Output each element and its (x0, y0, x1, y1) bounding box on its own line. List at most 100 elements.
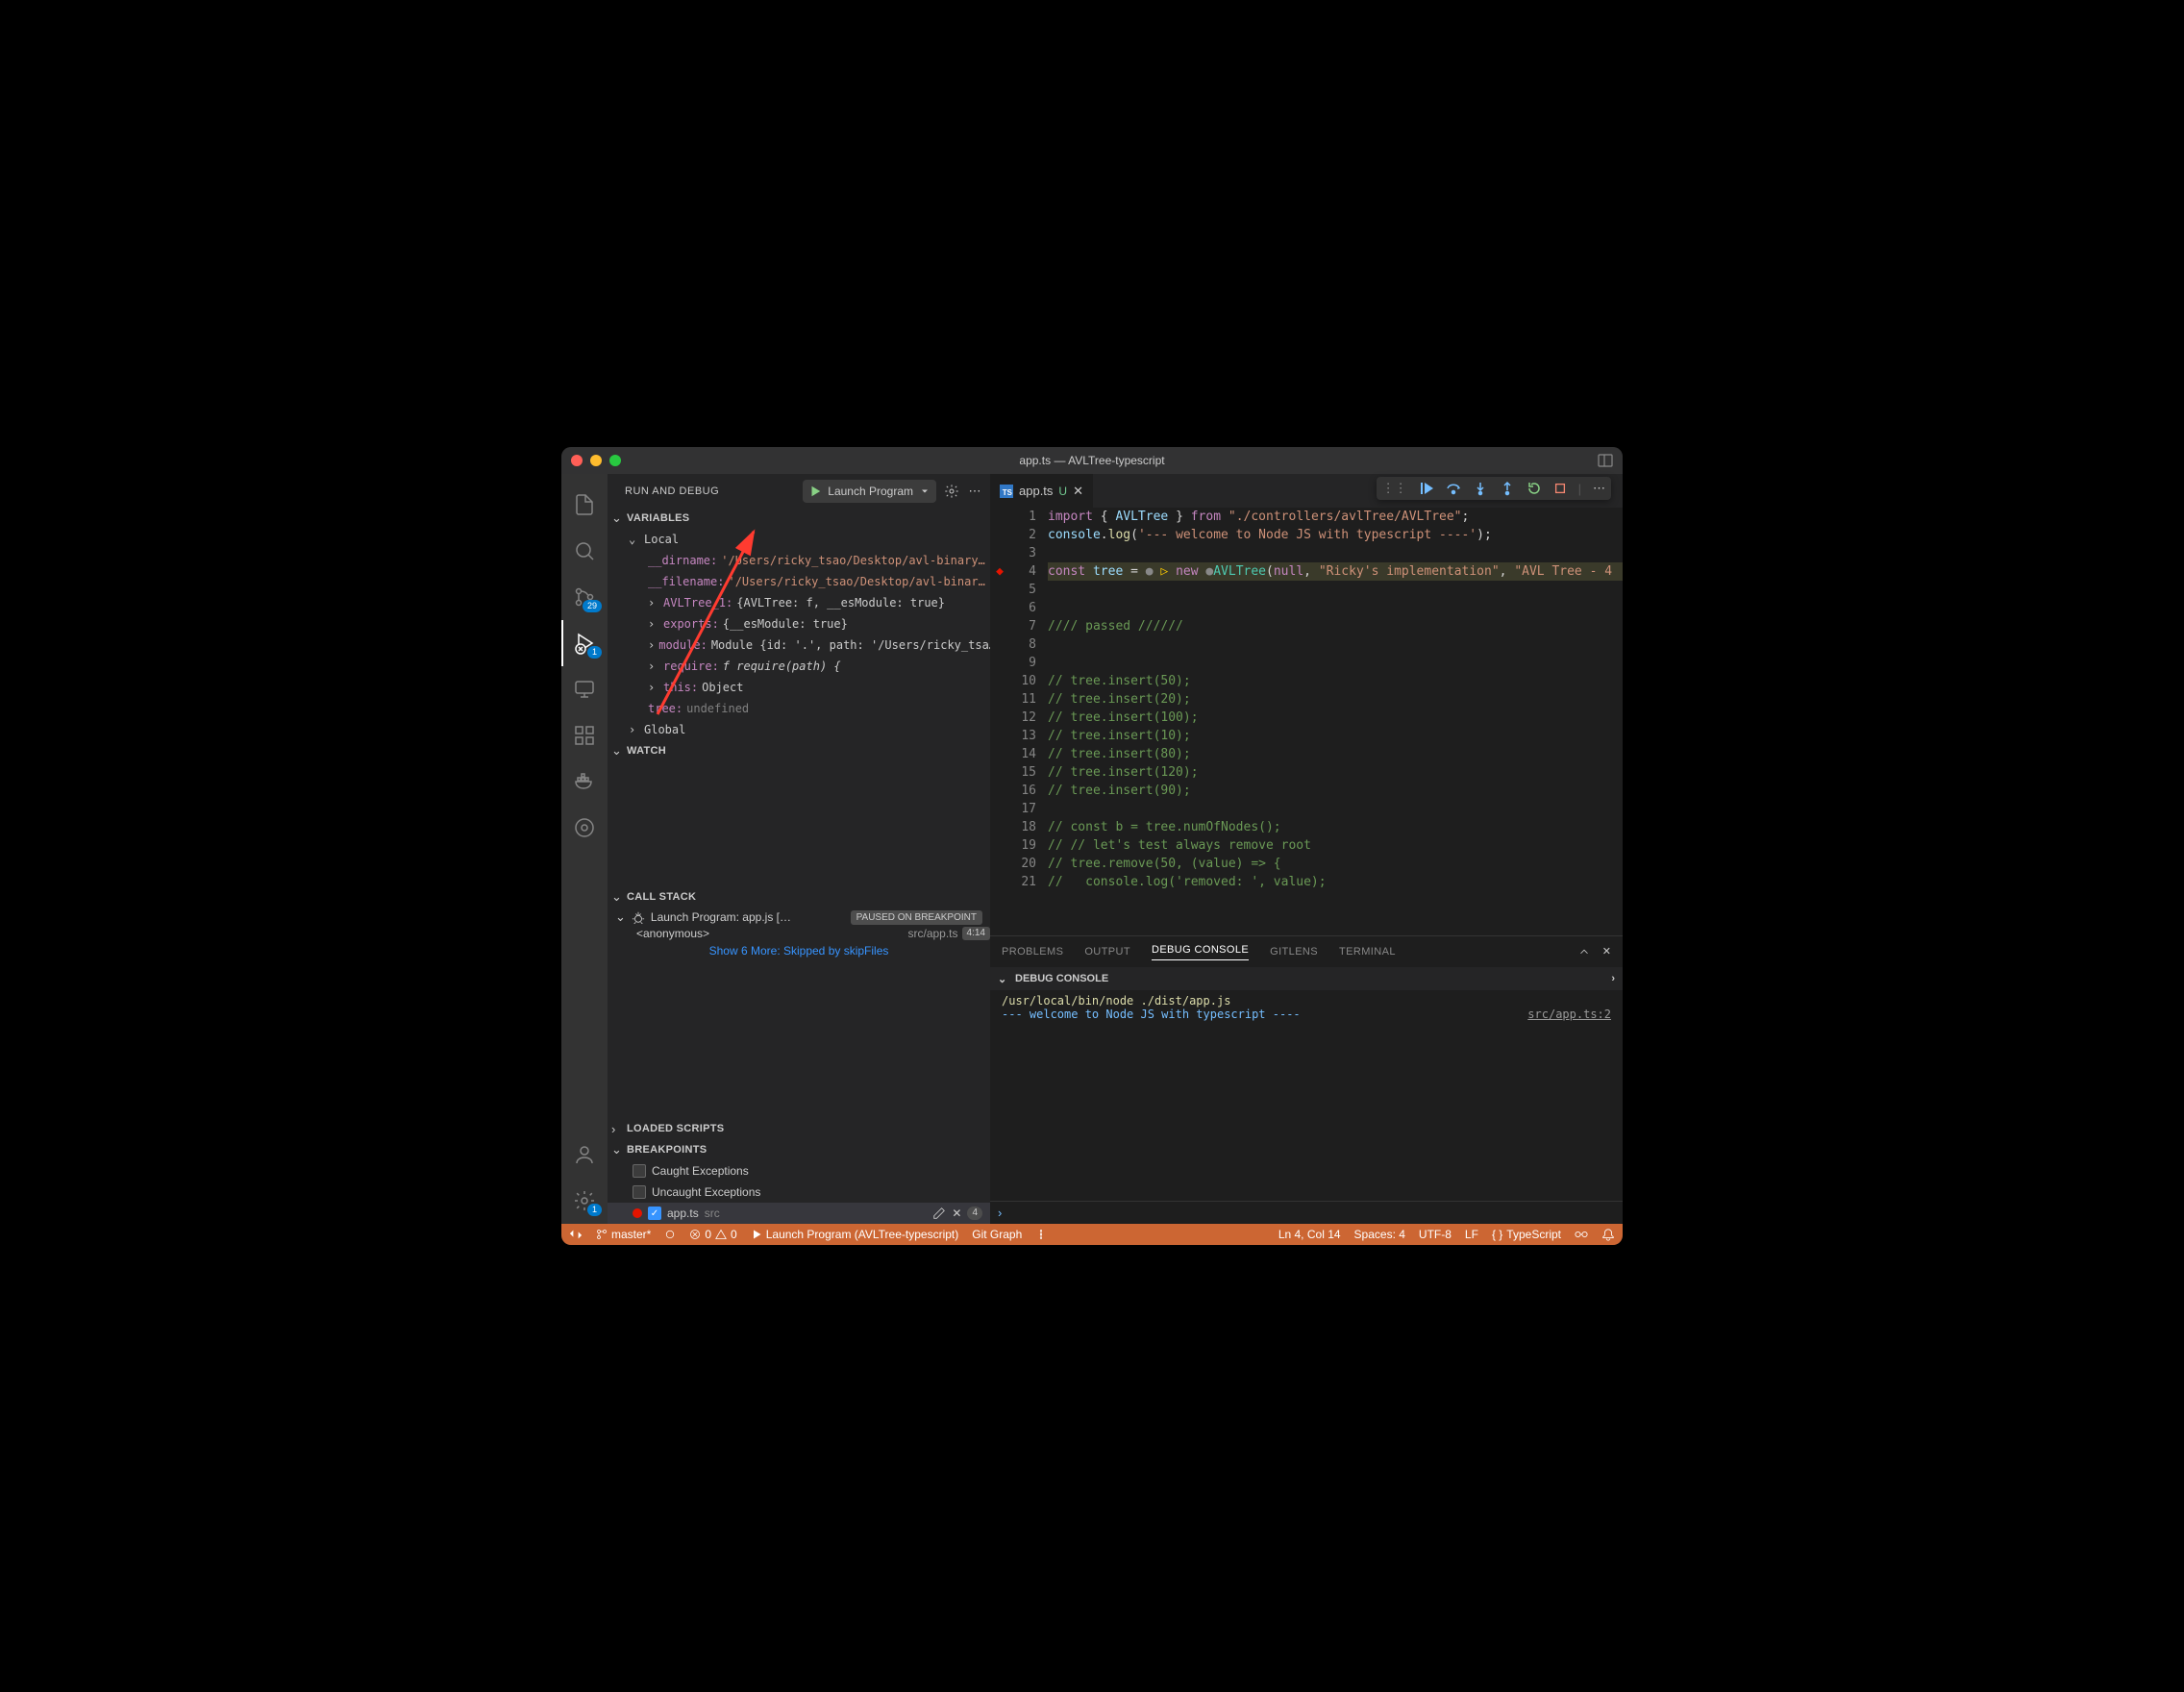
scope-local[interactable]: ⌄Local (608, 529, 990, 550)
encoding[interactable]: UTF-8 (1419, 1228, 1452, 1241)
gitlens-icon[interactable] (561, 805, 608, 851)
variable-row[interactable]: ›module: Module {id: '.', path: '/Users/… (608, 634, 990, 656)
checkbox-icon[interactable] (633, 1185, 646, 1199)
breakpoint-dot-icon (633, 1208, 642, 1218)
scope-global[interactable]: ›Global (608, 719, 990, 740)
maximize-panel-icon[interactable] (1577, 945, 1591, 958)
drag-handle-icon[interactable]: ⋮⋮ (1382, 481, 1407, 496)
maximize-window-button[interactable] (609, 455, 621, 466)
source-control-icon[interactable]: 29 (561, 574, 608, 620)
sidebar-title: RUN AND DEBUG (625, 485, 719, 497)
start-debug-icon[interactable] (808, 485, 822, 498)
run-debug-icon[interactable]: 1 (561, 620, 608, 666)
source-link[interactable]: src/app.ts:2 (1527, 1008, 1611, 1021)
debug-toolbar[interactable]: ⋮⋮ | ⋯ (1377, 477, 1611, 500)
language-mode[interactable]: { } TypeScript (1492, 1228, 1561, 1241)
extensions-icon[interactable] (561, 712, 608, 759)
editor[interactable]: ◆ 123456789101112131415161718192021 impo… (990, 508, 1623, 935)
layout-icon[interactable] (1598, 453, 1613, 468)
git-branch[interactable]: master* (596, 1228, 651, 1241)
paused-badge: PAUSED ON BREAKPOINT (851, 910, 982, 925)
variable-row[interactable]: ›require: f require(path) { (608, 656, 990, 677)
breakpoint-caught-exceptions[interactable]: Caught Exceptions (608, 1160, 990, 1182)
feedback-icon[interactable] (1575, 1228, 1588, 1241)
chevron-down-icon: ⌄ (611, 510, 623, 526)
stop-button[interactable] (1553, 482, 1567, 495)
git-graph-status[interactable]: Git Graph (972, 1228, 1022, 1241)
chevron-down-icon: ⌄ (611, 743, 623, 759)
editor-tab[interactable]: TS app.ts U ✕ (990, 474, 1094, 508)
indentation[interactable]: Spaces: 4 (1354, 1228, 1405, 1241)
variable-row[interactable]: ›AVLTree_1: {AVLTree: f, __esModule: tru… (608, 592, 990, 613)
cursor-position[interactable]: Ln 4, Col 14 (1278, 1228, 1341, 1241)
debug-launch-status[interactable]: Launch Program (AVLTree-typescript) (751, 1228, 959, 1241)
eol[interactable]: LF (1465, 1228, 1478, 1241)
explorer-icon[interactable] (561, 482, 608, 528)
tab-output[interactable]: OUTPUT (1084, 946, 1130, 958)
tab-debug-console[interactable]: DEBUG CONSOLE (1152, 944, 1249, 960)
gear-icon[interactable] (944, 484, 959, 499)
step-over-button[interactable] (1446, 481, 1461, 496)
titlebar: app.ts — AVLTree-typescript (561, 447, 1623, 474)
variables-section: ⌄ VARIABLES ⌄Local __dirname: '/Users/ri… (608, 508, 990, 740)
breakpoints-section: ⌄ BREAKPOINTS Caught Exceptions Uncaught… (608, 1139, 990, 1224)
sidebar: RUN AND DEBUG Launch Program ⋯ (608, 474, 990, 1224)
tab-terminal[interactable]: TERMINAL (1339, 946, 1396, 958)
variables-header[interactable]: ⌄ VARIABLES (608, 508, 990, 529)
settings-icon[interactable]: 1 (561, 1178, 608, 1224)
step-out-button[interactable] (1500, 481, 1515, 496)
account-icon[interactable] (561, 1132, 608, 1178)
loaded-scripts-header[interactable]: › LOADED SCRIPTS (608, 1118, 990, 1139)
variable-row[interactable]: ›exports: {__esModule: true} (608, 613, 990, 634)
close-icon[interactable]: ✕ (952, 1207, 961, 1220)
debug-icon (632, 910, 645, 924)
status-bar: master* 0 0 Launch Program (AVLTree-type… (561, 1224, 1623, 1245)
search-icon[interactable] (561, 528, 608, 574)
edit-icon[interactable] (932, 1207, 946, 1220)
debug-console-header[interactable]: ⌄ DEBUG CONSOLE › (990, 967, 1623, 990)
restart-button[interactable] (1526, 481, 1542, 496)
breakpoint-uncaught-exceptions[interactable]: Uncaught Exceptions (608, 1182, 990, 1203)
close-window-button[interactable] (571, 455, 583, 466)
window-title: app.ts — AVLTree-typescript (1019, 454, 1164, 467)
remote-indicator[interactable] (569, 1228, 583, 1241)
variable-row[interactable]: __dirname: '/Users/ricky_tsao/Desktop/av… (608, 550, 990, 571)
tab-problems[interactable]: PROBLEMS (1002, 946, 1063, 958)
stack-frame[interactable]: <anonymous> src/app.ts 4:14 (608, 927, 990, 940)
live-share-icon[interactable] (1035, 1229, 1047, 1240)
watch-section: ⌄ WATCH (608, 740, 990, 886)
checkbox-icon[interactable] (633, 1164, 646, 1178)
variable-row[interactable]: __filename: '/Users/ricky_tsao/Desktop/a… (608, 571, 990, 592)
more-icon[interactable]: ⋯ (967, 484, 982, 499)
minimize-window-button[interactable] (590, 455, 602, 466)
chevron-down-icon: ⌄ (611, 1142, 623, 1157)
errors-warnings[interactable]: 0 0 (689, 1228, 736, 1241)
close-panel-icon[interactable]: ✕ (1602, 945, 1611, 958)
launch-config-select[interactable]: Launch Program (803, 480, 936, 503)
step-into-button[interactable] (1473, 481, 1488, 496)
more-icon[interactable]: ⋯ (1593, 481, 1605, 496)
docker-icon[interactable] (561, 759, 608, 805)
checkbox-icon[interactable]: ✓ (648, 1207, 661, 1220)
watch-header[interactable]: ⌄ WATCH (608, 740, 990, 761)
breakpoint-file-row[interactable]: ✓ app.ts src ✕ 4 (608, 1203, 990, 1224)
debug-console-output[interactable]: /usr/local/bin/node ./dist/app.js --- we… (990, 990, 1623, 1224)
git-sync[interactable] (664, 1229, 676, 1240)
show-more-frames-link[interactable]: Show 6 More: Skipped by skipFiles (608, 940, 990, 961)
breakpoints-header[interactable]: ⌄ BREAKPOINTS (608, 1139, 990, 1160)
continue-button[interactable] (1419, 481, 1434, 496)
variable-row[interactable]: ›this: Object (608, 677, 990, 698)
scm-badge: 29 (583, 600, 602, 612)
chevron-right-icon[interactable]: › (1611, 973, 1615, 984)
callstack-thread[interactable]: ⌄ Launch Program: app.js [… PAUSED ON BR… (608, 908, 990, 927)
callstack-header[interactable]: ⌄ CALL STACK (608, 886, 990, 908)
chevron-down-icon: ⌄ (611, 889, 623, 905)
close-tab-icon[interactable]: ✕ (1073, 484, 1083, 499)
breakpoint-line-badge: 4 (967, 1207, 982, 1220)
variable-row[interactable]: tree: undefined (608, 698, 990, 719)
remote-explorer-icon[interactable] (561, 666, 608, 712)
bell-icon[interactable] (1601, 1228, 1615, 1241)
vscode-window: app.ts — AVLTree-typescript 29 1 (561, 447, 1623, 1245)
tab-gitlens[interactable]: GITLENS (1270, 946, 1318, 958)
debug-console-input[interactable]: › (990, 1201, 1623, 1224)
